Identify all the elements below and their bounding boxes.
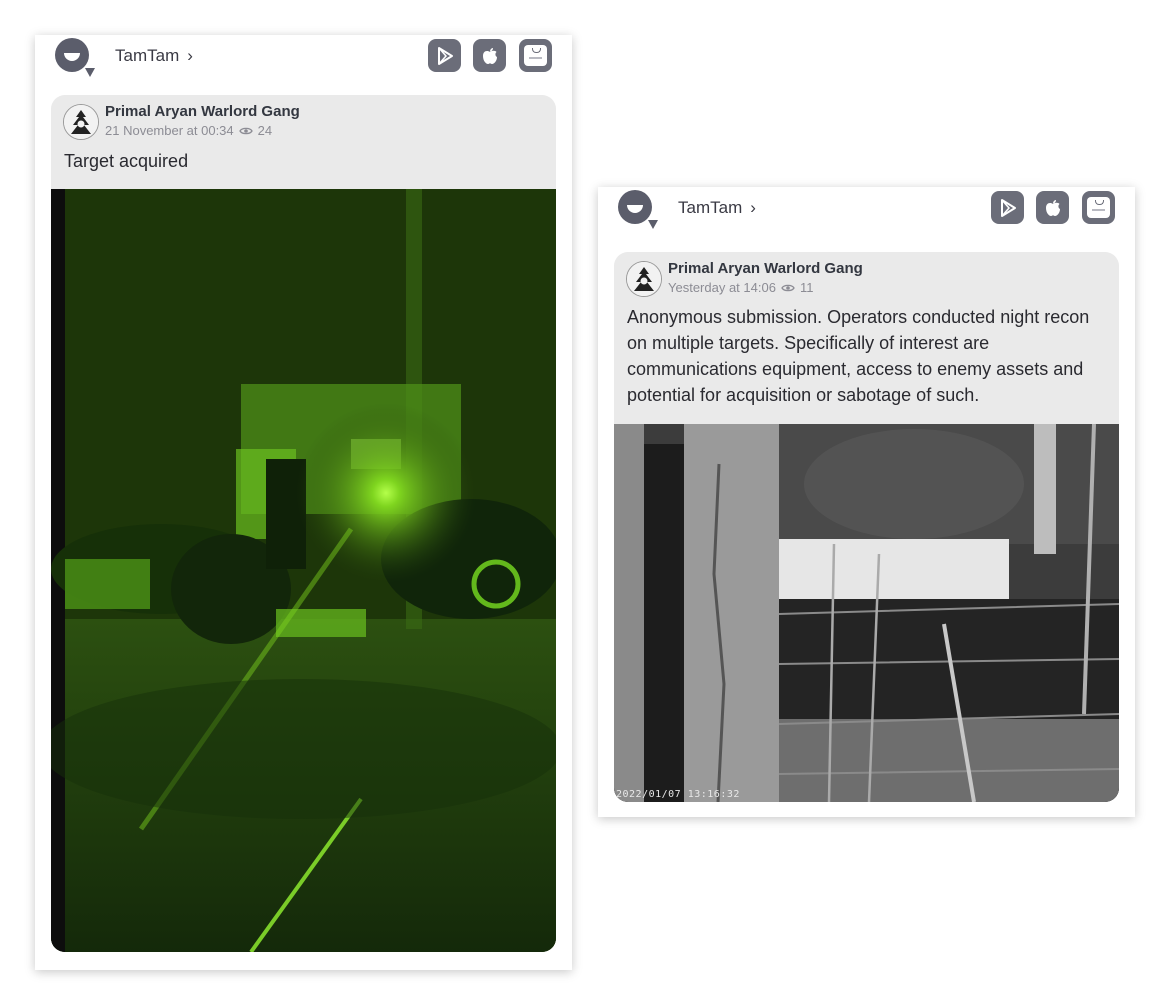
channel-name[interactable]: Primal Aryan Warlord Gang (105, 103, 300, 120)
app-name: TamTam (678, 198, 743, 217)
post-meta: Yesterday at 14:06 11 (668, 280, 813, 295)
post-text: Anonymous submission. Operators conducte… (627, 307, 1090, 405)
post: Primal Aryan Warlord Gang Yesterday at 1… (614, 252, 1119, 802)
post-date: 21 November at 00:34 (105, 123, 234, 138)
security-camera-photo[interactable]: 2022/01/07 13:16:32 (614, 424, 1119, 802)
channel-avatar[interactable] (63, 104, 99, 140)
app-header: TamTam › (35, 35, 572, 79)
app-link[interactable]: TamTam › (115, 46, 193, 66)
eye-icon (781, 284, 795, 291)
eye-icon (238, 127, 253, 134)
tamtam-logo-icon[interactable] (618, 190, 658, 229)
huawei-appgallery-icon[interactable] (1082, 191, 1115, 224)
apple-icon[interactable] (473, 39, 506, 72)
view-count: 11 (799, 280, 814, 295)
app-name: TamTam (115, 46, 180, 65)
app-header: TamTam › (598, 187, 1135, 231)
camera-timestamp: 2022/01/07 13:16:32 (616, 789, 740, 800)
post-text: Target acquired (64, 151, 189, 171)
view-count: 24 (257, 123, 273, 138)
post: Primal Aryan Warlord Gang 21 November at… (51, 95, 556, 952)
post-meta: 21 November at 00:34 24 (105, 123, 272, 138)
post-date: Yesterday at 14:06 (668, 280, 776, 295)
huawei-appgallery-icon[interactable] (519, 39, 552, 72)
chevron-right-icon: › (187, 46, 193, 65)
google-play-icon[interactable] (428, 39, 461, 72)
channel-name[interactable]: Primal Aryan Warlord Gang (668, 260, 863, 277)
post-card-right: TamTam › Primal Aryan Warlord Gang Yeste… (598, 187, 1135, 817)
chevron-right-icon: › (750, 198, 756, 217)
google-play-icon[interactable] (991, 191, 1024, 224)
app-link[interactable]: TamTam › (678, 198, 756, 218)
channel-avatar[interactable] (626, 261, 662, 297)
tamtam-logo-icon[interactable] (55, 38, 95, 77)
apple-icon[interactable] (1036, 191, 1069, 224)
post-card-left: TamTam › Primal Aryan Warlord Gang 21 No… (35, 35, 572, 970)
night-vision-photo[interactable] (51, 189, 556, 952)
